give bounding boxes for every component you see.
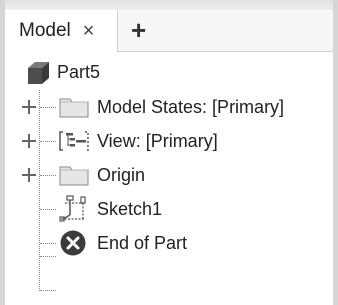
- panel-top-strip: [5, 0, 333, 10]
- close-icon[interactable]: ×: [83, 20, 95, 43]
- folder-icon: [59, 166, 89, 186]
- tree-connector: [40, 175, 56, 176]
- browser-tab-bar: Model × +: [5, 10, 333, 52]
- tree-connector-line: [39, 90, 40, 291]
- tree-item-label: End of Part: [97, 233, 188, 253]
- tree-item-label: View: [Primary]: [97, 131, 218, 151]
- tree-connector: [40, 256, 56, 257]
- tab-model[interactable]: Model ×: [5, 10, 118, 52]
- tree-connector: [40, 243, 56, 244]
- tree-item-label: Origin: [97, 165, 146, 185]
- add-tab-icon[interactable]: +: [131, 16, 146, 44]
- tree-connector: [40, 290, 56, 291]
- view-icon: [59, 131, 89, 151]
- model-browser-panel: Model × + Part5 Model States: [Primary] …: [0, 0, 338, 305]
- tree-connector: [40, 107, 56, 108]
- tree-connector: [40, 141, 56, 142]
- tree-item-label: Sketch1: [97, 199, 163, 219]
- expand-icon[interactable]: [22, 100, 36, 114]
- expand-icon[interactable]: [22, 134, 36, 148]
- expand-icon[interactable]: [22, 168, 36, 182]
- end-of-part-icon: [60, 230, 86, 256]
- tree-item-label: Model States: [Primary]: [97, 97, 285, 117]
- tab-model-label: Model: [19, 20, 71, 41]
- tree-connector: [40, 209, 56, 210]
- tree-root-label: Part5: [57, 62, 101, 82]
- folder-icon: [59, 98, 89, 118]
- sketch-icon: [59, 195, 86, 222]
- model-tree: Part5 Model States: [Primary] View: [Pri…: [5, 52, 333, 305]
- part-cube-icon: [28, 62, 49, 84]
